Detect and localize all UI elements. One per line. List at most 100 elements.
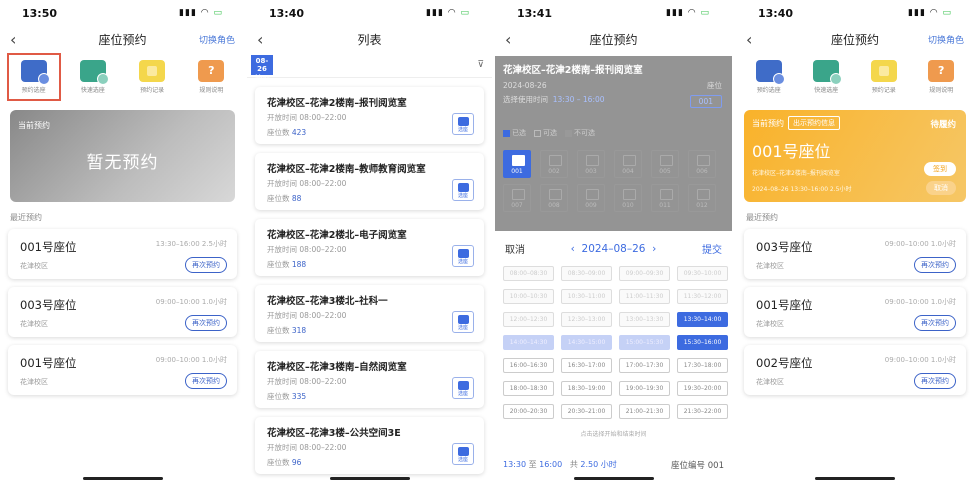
room-card[interactable]: 花津校区–花津3楼北–社科一 开放时间 08:00–22:00 座位数 318 选座 bbox=[255, 285, 484, 342]
rules-icon bbox=[928, 60, 955, 82]
seat-002[interactable]: 002 bbox=[540, 150, 568, 178]
time-slot-in-range[interactable]: 14:00–14:30 bbox=[503, 335, 554, 350]
filter-icon[interactable]: ⊽ bbox=[477, 60, 484, 70]
select-label: 选座 bbox=[457, 457, 468, 463]
count-value: 423 bbox=[291, 128, 307, 137]
open-hours: 开放时间 08:00–22:00 bbox=[267, 311, 347, 320]
time-slot[interactable]: 18:00–18:30 bbox=[503, 381, 554, 396]
time-slot[interactable]: 20:30–21:00 bbox=[561, 404, 612, 419]
recent-heading: 最近预约 bbox=[746, 213, 778, 222]
time-slot[interactable]: 21:00–21:30 bbox=[619, 404, 670, 419]
seat-012[interactable]: 012 bbox=[688, 184, 716, 212]
cancel-button[interactable]: 取消 bbox=[505, 241, 525, 256]
rebook-button[interactable]: 再次预约 bbox=[185, 373, 227, 389]
back-icon[interactable]: ‹ bbox=[257, 30, 275, 49]
rebook-button[interactable]: 再次预约 bbox=[185, 315, 227, 331]
room-card[interactable]: 花津校区–花津2楼北–电子阅览室 开放时间 08:00–22:00 座位数 188 选… bbox=[255, 219, 484, 276]
rules-button[interactable]: 规则说明 bbox=[185, 54, 237, 100]
time-slot[interactable]: 21:30–22:00 bbox=[677, 404, 728, 419]
time-slot-selected[interactable]: 15:30–16:00 bbox=[677, 335, 728, 350]
time-slot[interactable]: 20:00–20:30 bbox=[503, 404, 554, 419]
reserve-seat-button[interactable]: 预约选座 bbox=[743, 54, 795, 100]
campus: 花津校区 bbox=[20, 378, 48, 386]
date-chip[interactable]: 08-26 Mon bbox=[251, 54, 273, 81]
select-seat-button[interactable]: 选座 bbox=[452, 377, 474, 399]
back-icon[interactable]: ‹ bbox=[10, 30, 28, 49]
recent-heading: 最近预约 bbox=[10, 213, 42, 222]
rebook-button[interactable]: 再次预约 bbox=[914, 373, 956, 389]
room-header: 花津校区–花津2楼南–报刊阅览室 2024-08-26 选择使用时间 13:30… bbox=[495, 56, 732, 111]
show-info-button[interactable]: 出示预约信息 bbox=[788, 116, 840, 130]
icon-label: 预约记录 bbox=[140, 87, 165, 94]
rebook-button[interactable]: 再次预约 bbox=[914, 315, 956, 331]
status-indicators: ▮▮▮ ◠ ▭ bbox=[908, 8, 952, 18]
recent-record: 002号座位 09:00–10:00 1.0小时 花津校区 再次预约 bbox=[744, 345, 966, 395]
picker-hint: 点击选择开始和结束时间 bbox=[580, 431, 647, 438]
seat-003[interactable]: 003 bbox=[577, 150, 605, 178]
current-reservation-card: 当前预约 暂无预约 bbox=[10, 110, 235, 202]
icon-label: 预约记录 bbox=[871, 87, 896, 94]
records-button[interactable]: 预约记录 bbox=[858, 54, 910, 100]
time-slot[interactable]: 17:00–17:30 bbox=[619, 358, 670, 373]
room-name: 花津校区–花津3楼南–自然阅览室 bbox=[267, 362, 407, 373]
select-seat-button[interactable]: 选座 bbox=[452, 179, 474, 201]
select-label: 选座 bbox=[457, 193, 468, 199]
seat-011[interactable]: 011 bbox=[651, 184, 679, 212]
time-slot-selected[interactable]: 13:30–14:00 bbox=[677, 312, 728, 327]
select-seat-button[interactable]: 选座 bbox=[452, 311, 474, 333]
seat-006[interactable]: 006 bbox=[688, 150, 716, 178]
time-slot[interactable]: 16:30–17:00 bbox=[561, 358, 612, 373]
room-card[interactable]: 花津校区–花津2楼南–教师教育阅览室 开放时间 08:00–22:00 座位数 88… bbox=[255, 153, 484, 210]
phone-screen-list: 13:40 ▮▮▮ ◠ ▭ ‹ 列表 08-26 Mon ⊽ 花津校区–花津2楼南–报刊… bbox=[247, 0, 492, 485]
quick-seat-button[interactable]: 快速选座 bbox=[800, 54, 852, 100]
status-bar: 13:50 ▮▮▮ ◠ ▭ bbox=[0, 0, 245, 26]
icon-label: 预约选座 bbox=[756, 87, 781, 94]
reservation-time: 2024–08–26 13:30–16:00 2.5小时 bbox=[752, 186, 852, 193]
records-button[interactable]: 预约记录 bbox=[126, 54, 178, 100]
seat-010[interactable]: 010 bbox=[614, 184, 642, 212]
cancel-reservation-button[interactable]: 取消 bbox=[926, 181, 956, 195]
icon-label: 规则说明 bbox=[199, 87, 224, 94]
back-icon[interactable]: ‹ bbox=[505, 30, 523, 49]
rules-button[interactable]: 规则说明 bbox=[915, 54, 967, 100]
seat-name: 001号座位 bbox=[20, 240, 77, 254]
recent-record: 003号座位 09:00–10:00 1.0小时 花津校区 再次预约 bbox=[744, 229, 966, 279]
current-label: 当前预约 bbox=[18, 121, 50, 130]
seat-005[interactable]: 005 bbox=[651, 150, 679, 178]
time-slot[interactable]: 17:30–18:00 bbox=[677, 358, 728, 373]
reserve-seat-icon bbox=[755, 60, 785, 85]
seat-007[interactable]: 007 bbox=[503, 184, 531, 212]
room-card[interactable]: 花津校区–花津2楼南–报刊阅览室 开放时间 08:00–22:00 座位数 423 选… bbox=[255, 87, 484, 144]
time-slot[interactable]: 19:00–19:30 bbox=[619, 381, 670, 396]
seat-001[interactable]: 001 bbox=[503, 150, 531, 178]
phone-screen-home-reserved: 13:40 ▮▮▮ ◠ ▭ ‹座位预约切换角色 预约选座 快速选座 预约记录 规则… bbox=[736, 0, 974, 485]
prev-day-icon[interactable]: ‹ bbox=[571, 243, 575, 255]
time-slot[interactable]: 18:30–19:00 bbox=[561, 381, 612, 396]
seat-009[interactable]: 009 bbox=[577, 184, 605, 212]
time-slot: 13:00–13:30 bbox=[619, 312, 670, 327]
check-in-button[interactable]: 签到 bbox=[924, 162, 956, 176]
time-slot-in-range[interactable]: 15:00–15:30 bbox=[619, 335, 670, 350]
seat-004[interactable]: 004 bbox=[614, 150, 642, 178]
back-icon[interactable]: ‹ bbox=[746, 30, 764, 49]
switch-role-link[interactable]: 切换角色 bbox=[199, 33, 235, 46]
rebook-button[interactable]: 再次预约 bbox=[185, 257, 227, 273]
room-card[interactable]: 花津校区–花津3楼–公共空间3E 开放时间 08:00–22:00 座位数 96 选座 bbox=[255, 417, 484, 474]
switch-role-link[interactable]: 切换角色 bbox=[928, 33, 964, 46]
picker-header: 取消 ‹ 2024–08–26 › 提交 bbox=[495, 231, 732, 260]
seat-008[interactable]: 008 bbox=[540, 184, 568, 212]
time-slot: 08:00–08:30 bbox=[503, 266, 554, 281]
status-indicators: ▮▮▮ ◠ ▭ bbox=[426, 8, 470, 18]
room-card[interactable]: 花津校区–花津3楼南–自然阅览室 开放时间 08:00–22:00 座位数 335 选… bbox=[255, 351, 484, 408]
time-slot[interactable]: 19:30–20:00 bbox=[677, 381, 728, 396]
select-seat-button[interactable]: 选座 bbox=[452, 113, 474, 135]
rebook-button[interactable]: 再次预约 bbox=[914, 257, 956, 273]
next-day-icon[interactable]: › bbox=[652, 243, 656, 255]
select-seat-button[interactable]: 选座 bbox=[452, 245, 474, 267]
time-slot-in-range[interactable]: 14:30–15:00 bbox=[561, 335, 612, 350]
submit-button[interactable]: 提交 bbox=[702, 241, 722, 256]
quick-seat-button[interactable]: 快速选座 bbox=[67, 54, 119, 100]
select-seat-button[interactable]: 选座 bbox=[452, 443, 474, 465]
time-slot[interactable]: 16:00–16:30 bbox=[503, 358, 554, 373]
reserve-seat-button[interactable]: 预约选座 bbox=[6, 53, 61, 101]
